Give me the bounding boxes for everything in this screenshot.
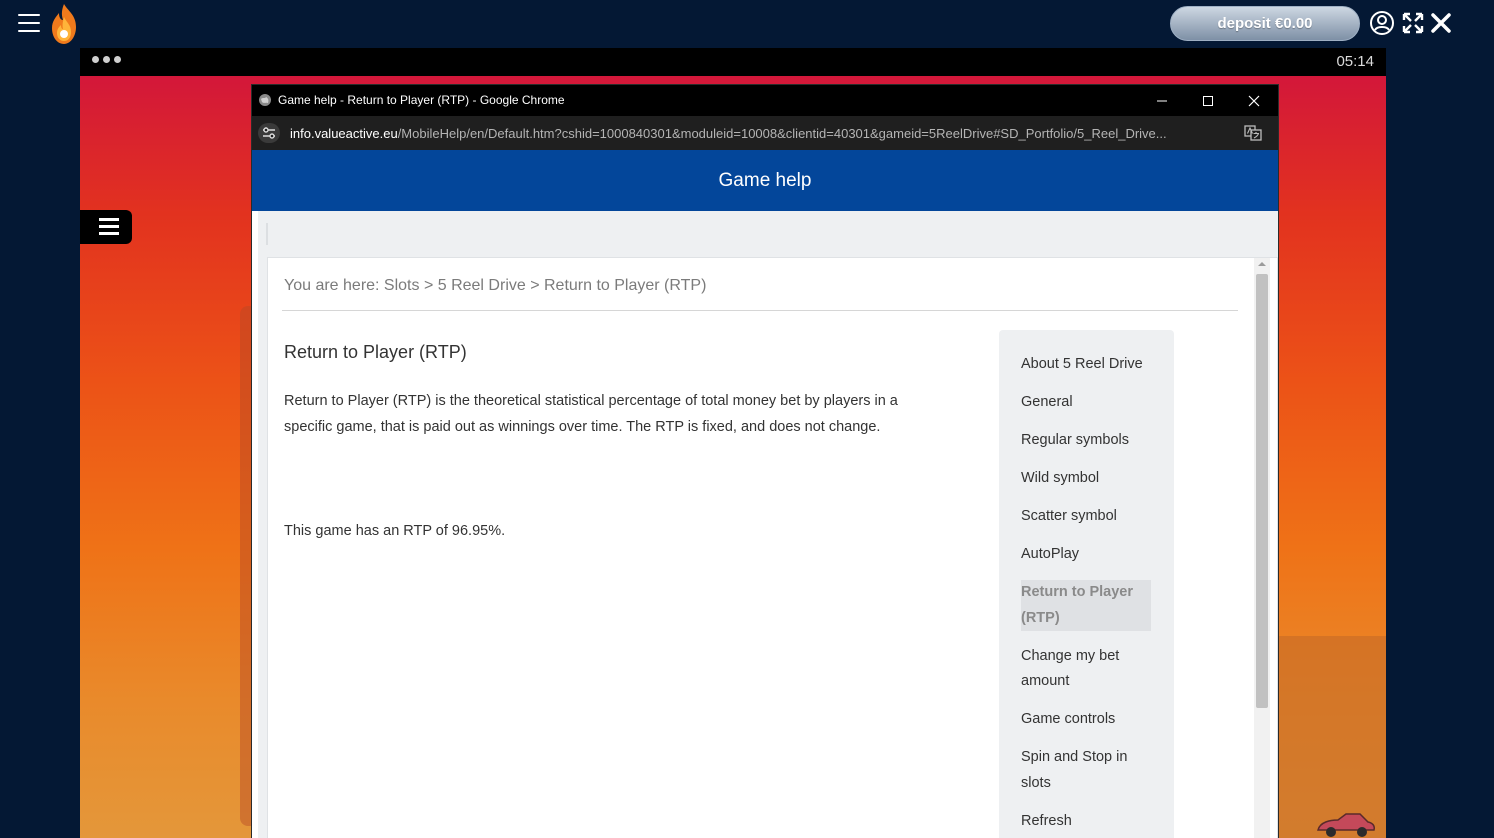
globe-icon (259, 94, 271, 106)
toc-item-rtp[interactable]: Return to Player (RTP) (1021, 580, 1151, 631)
scrollbar[interactable] (1254, 258, 1270, 838)
divider (266, 223, 268, 245)
url-path: /MobileHelp/en/Default.htm?cshid=1000840… (397, 126, 1167, 141)
user-icon[interactable] (1369, 10, 1395, 36)
toc-item-game-controls[interactable]: Game controls (1021, 707, 1151, 733)
help-topics-menu: About 5 Reel Drive General Regular symbo… (999, 330, 1174, 838)
page-title: Return to Player (RTP) (284, 342, 467, 362)
fullscreen-icon[interactable] (1400, 10, 1426, 36)
game-top-bar: 05:14 (80, 48, 1386, 76)
maximize-icon (1203, 95, 1213, 106)
more-options-icon[interactable] (92, 56, 121, 63)
window-close-icon (1248, 95, 1260, 106)
toc-item-wild-symbol[interactable]: Wild symbol (1021, 466, 1151, 492)
flame-logo-icon[interactable] (50, 3, 78, 45)
url-field[interactable]: info.valueactive.eu/MobileHelp/en/Defaul… (290, 126, 1167, 141)
desert-cliff (1260, 636, 1386, 838)
toc-item-refresh[interactable]: Refresh (1021, 809, 1151, 835)
window-title: Game help - Return to Player (RTP) - Goo… (278, 93, 565, 107)
tune-icon (263, 127, 275, 139)
rtp-statement: This game has an RTP of 96.95%. (284, 523, 506, 539)
maximize-button[interactable] (1185, 85, 1231, 116)
toc-item-autoplay[interactable]: AutoPlay (1021, 542, 1151, 568)
site-settings-button[interactable] (258, 123, 280, 143)
breadcrumb: You are here: Slots > 5 Reel Drive > Ret… (284, 277, 707, 294)
toc-item-change-bet[interactable]: Change my bet amount (1021, 644, 1151, 695)
help-body: You are here: Slots > 5 Reel Drive > Ret… (258, 211, 1278, 838)
help-content-panel: You are here: Slots > 5 Reel Drive > Ret… (267, 257, 1278, 838)
game-clock: 05:14 (1336, 53, 1374, 70)
breadcrumb-divider (282, 310, 1238, 311)
window-close-button[interactable] (1231, 85, 1277, 116)
minimize-button[interactable] (1139, 85, 1185, 116)
toc-item-scatter-symbol[interactable]: Scatter symbol (1021, 504, 1151, 530)
site-top-bar: deposit €0.00 (0, 0, 1494, 48)
toc-item-spin-stop[interactable]: Spin and Stop in slots (1021, 745, 1151, 796)
scroll-up-icon[interactable] (1258, 262, 1266, 266)
scroll-thumb[interactable] (1256, 274, 1268, 708)
car-icon (1317, 813, 1375, 837)
menu-icon[interactable] (18, 14, 40, 32)
help-header: Game help (252, 150, 1278, 211)
toc-item-regular-symbols[interactable]: Regular symbols (1021, 428, 1151, 454)
minimize-icon (1157, 100, 1167, 101)
address-bar: info.valueactive.eu/MobileHelp/en/Defaul… (252, 116, 1278, 150)
rtp-description: Return to Player (RTP) is the theoretica… (284, 393, 898, 435)
toc-item-about[interactable]: About 5 Reel Drive (1021, 352, 1151, 378)
toc-item-general[interactable]: General (1021, 390, 1151, 416)
translate-icon[interactable] (1244, 125, 1262, 141)
deposit-button[interactable]: deposit €0.00 (1170, 6, 1360, 41)
window-title-bar: Game help - Return to Player (RTP) - Goo… (252, 85, 1278, 116)
help-popup-window: Game help - Return to Player (RTP) - Goo… (252, 85, 1278, 838)
url-host: info.valueactive.eu (290, 126, 398, 141)
close-icon[interactable] (1428, 10, 1454, 36)
game-menu-button[interactable] (80, 210, 132, 244)
